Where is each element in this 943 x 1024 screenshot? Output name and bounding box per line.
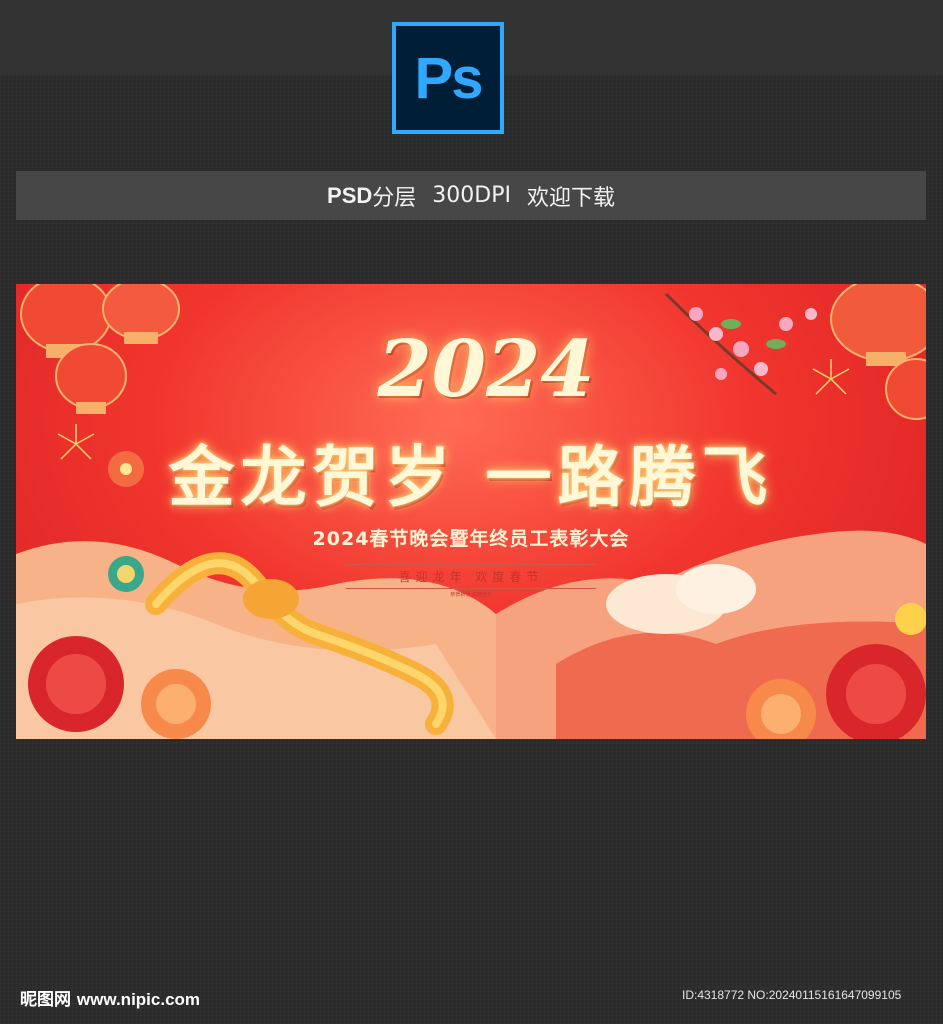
banner-slogan: 喜迎龙年 欢度春节: [346, 564, 596, 589]
watermark-brand-name: 昵图网: [20, 990, 71, 1010]
lantern-icon: [830, 284, 926, 420]
ps-logo-text: Ps: [414, 45, 484, 111]
watermark-brand: 昵图网 www.nipic.com: [20, 985, 200, 1010]
blossom-branch-icon: [664, 292, 817, 396]
info-bar: PSD 分层 300DPI 欢迎下载: [16, 171, 926, 220]
banner-subtitle: 2024春节晚会暨年终员工表彰大会: [312, 528, 630, 550]
banner-year: 2024: [377, 324, 595, 415]
info-format: PSD: [327, 182, 373, 208]
info-dpi: 300DPI: [432, 183, 511, 208]
info-layers: 分层: [372, 185, 417, 211]
lantern-icon: [20, 284, 180, 414]
banner-preview-image: 2024 金龙贺岁 一路腾飞 2024春节晚会暨年终员工表彰大会 喜迎龙年 欢度…: [16, 284, 926, 739]
photoshop-logo-icon: Ps: [392, 22, 504, 134]
info-download: 欢迎下载: [526, 185, 615, 211]
banner-title: 金龙贺岁 一路腾飞: [168, 438, 774, 516]
banner-fine-print: 恭贺新禧 欢度佳节: [450, 592, 492, 598]
image-id: ID:4318772 NO:20240115161647099105: [682, 988, 902, 1002]
watermark-url: www.nipic.com: [76, 990, 201, 1009]
